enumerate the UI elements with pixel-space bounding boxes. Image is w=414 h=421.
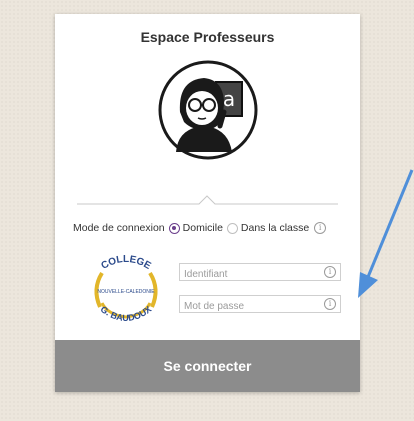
password-input[interactable] <box>180 298 319 315</box>
password-field[interactable]: i <box>179 295 341 315</box>
username-input[interactable] <box>180 266 319 283</box>
school-logo: COLLEGE NOUVELLE-CALEDONIE G. BAUDOUX <box>84 249 168 329</box>
radio-domicile-label[interactable]: Domicile <box>183 222 223 234</box>
login-card: Espace Professeurs a Mode de connexion D… <box>55 14 360 392</box>
radio-classe[interactable] <box>226 222 238 234</box>
username-field[interactable]: i <box>179 263 341 283</box>
connect-button[interactable]: Se connecter <box>55 340 360 392</box>
radio-classe-label[interactable]: Dans la classe <box>241 222 309 234</box>
info-icon[interactable]: i <box>314 222 327 234</box>
teacher-avatar-icon: a <box>158 60 258 160</box>
password-info-icon[interactable]: i <box>324 298 336 310</box>
page-title: Espace Professeurs <box>140 29 275 45</box>
radio-domicile[interactable] <box>168 222 180 234</box>
username-info-icon[interactable]: i <box>324 266 336 278</box>
divider <box>77 195 338 205</box>
connection-mode-label: Mode de connexion <box>73 222 165 234</box>
svg-text:a: a <box>223 87 235 111</box>
connection-mode-row: Mode de connexion Domicile Dans la class… <box>73 219 373 237</box>
logo-middle-text: NOUVELLE-CALEDONIE <box>97 289 155 295</box>
